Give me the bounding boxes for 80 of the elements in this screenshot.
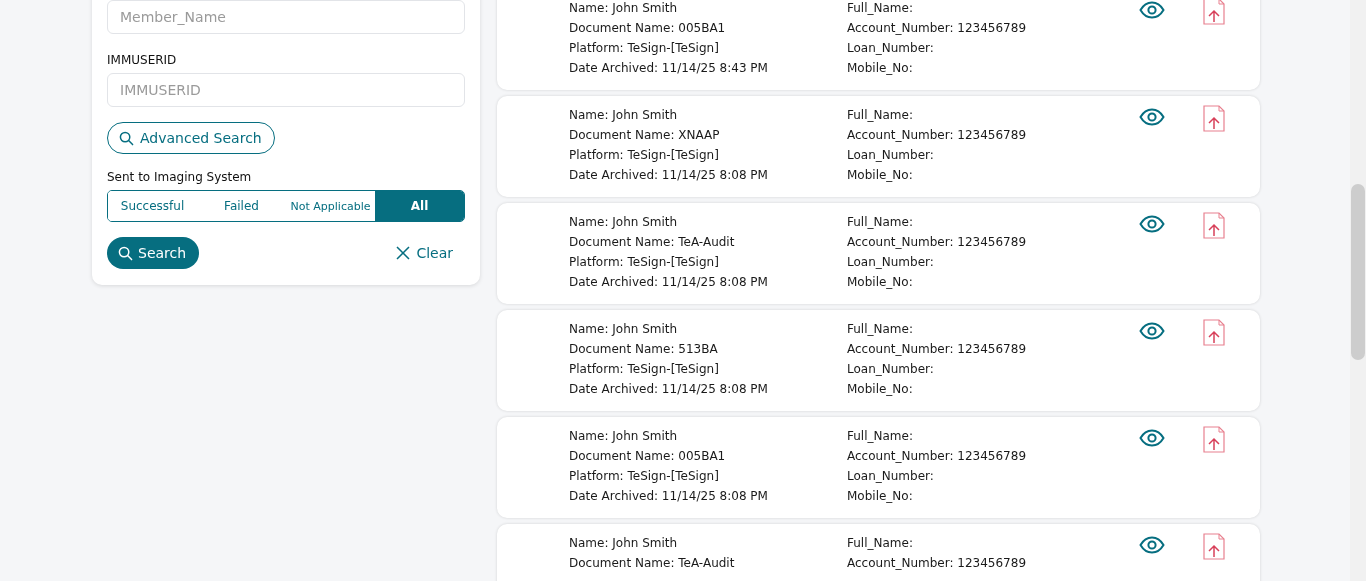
view-button[interactable] xyxy=(1139,108,1165,126)
result-detail: Platform: TeSign-[TeSign] xyxy=(569,254,720,271)
result-detail: Full_Name: xyxy=(847,428,914,445)
member-name-field[interactable]: Member_Name xyxy=(107,0,465,34)
result-detail: Name: John Smith xyxy=(569,107,679,124)
file-upload-icon xyxy=(1203,426,1225,453)
close-icon xyxy=(396,246,411,260)
search-icon xyxy=(118,245,133,261)
result-detail: Account_Number: 123456789 xyxy=(847,20,1027,37)
result-detail: Loan_Number: xyxy=(847,361,935,378)
result-detail: Account_Number: 123456789 xyxy=(847,127,1027,144)
advanced-search-button[interactable]: Advanced Search xyxy=(107,122,275,154)
result-detail: Document Name: XNAAP xyxy=(569,127,721,144)
field-label: Sent to Imaging System xyxy=(107,170,252,184)
search-button[interactable]: Search xyxy=(107,237,200,269)
result-detail: Name: John Smith xyxy=(569,214,679,231)
clear-button[interactable]: Clear xyxy=(384,245,465,261)
field-label: IMMUSERID xyxy=(107,53,177,67)
result-detail: Full_Name: xyxy=(847,535,914,552)
scrollbar[interactable] xyxy=(1350,0,1366,581)
result-detail: Date Archived: 11/14/25 8:08 PM xyxy=(569,274,769,291)
view-button[interactable] xyxy=(1139,322,1165,340)
eye-icon xyxy=(1139,215,1165,233)
result-detail: Platform: TeSign-[TeSign] xyxy=(569,147,720,164)
result-detail: Loan_Number: xyxy=(847,254,935,271)
eye-icon xyxy=(1139,108,1165,126)
view-button[interactable] xyxy=(1139,429,1165,447)
result-detail: Full_Name: xyxy=(847,214,914,231)
file-upload-icon xyxy=(1203,319,1225,346)
result-detail: Loan_Number: xyxy=(847,40,935,57)
result-detail: Account_Number: 123456789 xyxy=(847,555,1027,572)
segment-option[interactable]: All xyxy=(375,191,464,221)
result-detail: Document Name: 005BA1 xyxy=(569,448,727,465)
eye-icon xyxy=(1139,1,1165,19)
eye-icon xyxy=(1139,536,1165,554)
result-detail: Loan_Number: xyxy=(847,468,935,485)
result-detail: Account_Number: 123456789 xyxy=(847,448,1027,465)
result-detail: Account_Number: 123456789 xyxy=(847,341,1027,358)
upload-button[interactable] xyxy=(1203,105,1225,132)
result-detail: Date Archived: 11/14/25 8:43 PM xyxy=(569,60,769,77)
result-detail: Mobile_No: xyxy=(847,274,914,291)
upload-button[interactable] xyxy=(1203,319,1225,346)
result-detail: Document Name: TeA-Audit xyxy=(569,234,736,251)
result-detail: Full_Name: xyxy=(847,107,914,124)
result-detail: Document Name: TeA-Audit xyxy=(569,555,736,572)
file-upload-icon xyxy=(1203,533,1225,560)
file-upload-icon xyxy=(1203,105,1225,132)
result-detail: Mobile_No: xyxy=(847,488,914,505)
result-detail: Full_Name: xyxy=(847,321,914,338)
search-icon xyxy=(119,130,134,146)
result-detail: Name: John Smith xyxy=(569,535,679,552)
view-button[interactable] xyxy=(1139,215,1165,233)
result-detail: Document Name: 005BA1 xyxy=(569,20,727,37)
result-detail: Loan_Number: xyxy=(847,147,935,164)
result-detail: Mobile_No: xyxy=(847,381,914,398)
upload-button[interactable] xyxy=(1203,0,1225,25)
eye-icon xyxy=(1139,322,1165,340)
result-detail: Platform: TeSign-[TeSign] xyxy=(569,361,720,378)
view-button[interactable] xyxy=(1139,1,1165,19)
file-upload-icon xyxy=(1203,212,1225,239)
scrollbar-thumb[interactable] xyxy=(1351,184,1365,360)
result-detail: Name: John Smith xyxy=(569,321,679,338)
upload-button[interactable] xyxy=(1203,426,1225,453)
result-detail: Platform: TeSign-[TeSign] xyxy=(569,468,720,485)
result-detail: Full_Name: xyxy=(847,0,914,17)
result-detail: Document Name: 513BA xyxy=(569,341,719,358)
result-detail: Date Archived: 11/14/25 8:08 PM xyxy=(569,488,769,505)
upload-button[interactable] xyxy=(1203,212,1225,239)
result-detail: Name: John Smith xyxy=(569,0,679,17)
result-detail: Name: John Smith xyxy=(569,428,679,445)
view-button[interactable] xyxy=(1139,536,1165,554)
result-detail: Platform: TeSign-[TeSign] xyxy=(569,40,720,57)
result-detail: Mobile_No: xyxy=(847,60,914,77)
eye-icon xyxy=(1139,429,1165,447)
result-detail: Mobile_No: xyxy=(847,167,914,184)
immuserid-field[interactable]: IMMUSERID xyxy=(107,73,465,107)
upload-button[interactable] xyxy=(1203,533,1225,560)
result-detail: Date Archived: 11/14/25 8:08 PM xyxy=(569,381,769,398)
result-detail: Date Archived: 11/14/25 8:08 PM xyxy=(569,167,769,184)
result-detail: Account_Number: 123456789 xyxy=(847,234,1027,251)
